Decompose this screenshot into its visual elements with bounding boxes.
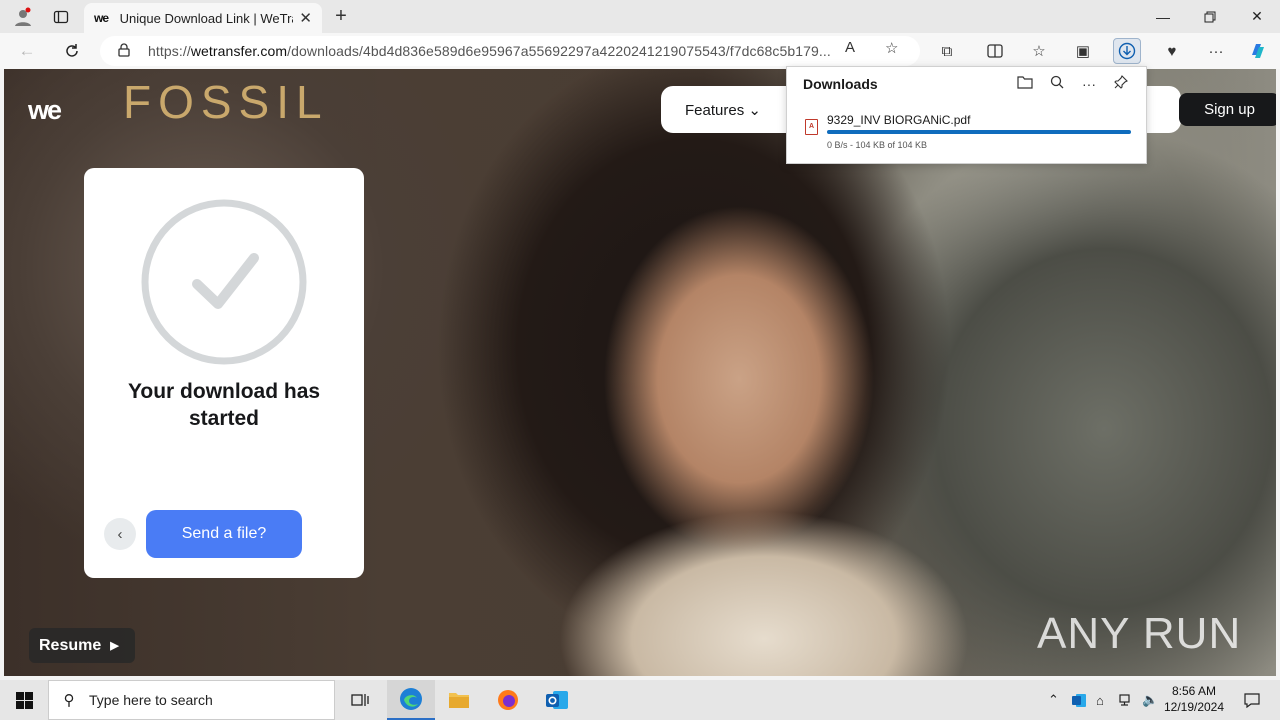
more-options-icon[interactable]: ··· bbox=[1077, 73, 1101, 95]
taskbar-search[interactable]: ⚲ Type here to search bbox=[48, 680, 335, 720]
wetransfer-favicon: we bbox=[94, 11, 109, 25]
profile-icon[interactable] bbox=[4, 0, 42, 33]
tab-actions-icon[interactable] bbox=[42, 0, 80, 33]
firefox-icon[interactable] bbox=[484, 680, 532, 720]
clock-time: 8:56 AM bbox=[1171, 684, 1217, 698]
plus-icon[interactable]: + bbox=[330, 4, 352, 28]
windows-start-icon[interactable] bbox=[0, 680, 48, 720]
tray-chevron-up-icon[interactable]: ⌃ bbox=[1048, 680, 1059, 720]
download-icon[interactable] bbox=[1113, 38, 1141, 64]
back-icon[interactable]: ← bbox=[12, 37, 42, 65]
wetransfer-logo[interactable]: we bbox=[28, 95, 62, 126]
taskbar: ⚲ Type here to search ⌃ ⌂ 🔈 8:56 AM 12/1… bbox=[0, 680, 1280, 720]
system-clock[interactable]: 8:56 AM 12/19/2024 bbox=[1160, 683, 1228, 715]
check-circle-icon bbox=[141, 199, 307, 365]
address-bar[interactable]: https://wetransfer.com/downloads/4bd4d83… bbox=[100, 36, 920, 66]
signup-button[interactable]: Sign up bbox=[1179, 93, 1276, 126]
folder-icon[interactable] bbox=[1013, 73, 1037, 95]
tab-title: Unique Download Link | WeTrans bbox=[119, 10, 294, 26]
nav-features[interactable]: Features ⌄ bbox=[685, 101, 761, 119]
downloads-title: Downloads bbox=[803, 76, 878, 92]
shield-icon[interactable]: ♥ bbox=[1158, 38, 1186, 64]
chevron-down-icon: ⌄ bbox=[748, 102, 761, 119]
lock-icon[interactable] bbox=[100, 42, 148, 60]
resume-button[interactable]: Resume ▶ bbox=[29, 628, 135, 663]
url-text[interactable]: https://wetransfer.com/downloads/4bd4d83… bbox=[148, 43, 833, 59]
download-card: Your download has started ‹ Send a file? bbox=[84, 168, 364, 578]
search-icon: ⚲ bbox=[63, 692, 75, 709]
file-explorer-icon[interactable] bbox=[435, 680, 483, 720]
volume-icon[interactable]: 🔈 bbox=[1142, 680, 1158, 720]
edge-icon[interactable] bbox=[387, 680, 435, 720]
task-view-icon[interactable] bbox=[336, 680, 384, 720]
close-icon[interactable]: ✕ bbox=[299, 9, 312, 27]
split-screen-icon[interactable] bbox=[981, 38, 1009, 64]
window-close-button[interactable]: ✕ bbox=[1234, 0, 1280, 33]
refresh-icon[interactable] bbox=[57, 37, 87, 65]
restore-button[interactable] bbox=[1187, 0, 1233, 33]
chevron-left-icon[interactable]: ‹ bbox=[104, 518, 136, 550]
downloads-panel: Downloads ··· A 9329_INV BIORGANiC.pdf 0… bbox=[786, 66, 1147, 164]
outlook-icon[interactable] bbox=[533, 680, 581, 720]
active-tab[interactable]: we Unique Download Link | WeTrans ✕ bbox=[84, 3, 322, 33]
extensions-icon[interactable]: ⧉ bbox=[933, 38, 961, 64]
collections-icon[interactable]: ▣ bbox=[1069, 38, 1097, 64]
download-status-title: Your download has started bbox=[127, 380, 321, 430]
favorites-icon[interactable]: ☆ bbox=[1025, 38, 1053, 64]
clock-date: 12/19/2024 bbox=[1163, 700, 1225, 714]
network-icon[interactable] bbox=[1119, 680, 1135, 720]
search-icon[interactable] bbox=[1045, 73, 1069, 95]
browser-toolbar: ← https://wetransfer.com/downloads/4bd4d… bbox=[0, 33, 1280, 69]
search-placeholder: Type here to search bbox=[89, 692, 213, 708]
read-aloud-icon[interactable]: A bbox=[845, 39, 855, 56]
ad-brand-logo: FOSSIL bbox=[123, 76, 329, 128]
pdf-file-icon: A bbox=[805, 119, 818, 135]
pin-icon[interactable] bbox=[1109, 73, 1133, 95]
tray-outlook-icon[interactable] bbox=[1071, 680, 1087, 720]
tab-bar: we Unique Download Link | WeTrans ✕ + — … bbox=[0, 0, 1280, 33]
minimize-button[interactable]: — bbox=[1140, 0, 1186, 33]
download-file-name[interactable]: 9329_INV BIORGANiC.pdf bbox=[827, 113, 970, 127]
copilot-icon[interactable] bbox=[1244, 38, 1272, 64]
more-icon[interactable]: ··· bbox=[1202, 38, 1230, 64]
notification-icon[interactable] bbox=[1232, 680, 1272, 720]
download-status: 0 B/s - 104 KB of 104 KB bbox=[827, 140, 928, 150]
download-progress-fill bbox=[827, 130, 1131, 134]
favorite-star-icon[interactable]: ☆ bbox=[885, 39, 898, 57]
download-progress-bar bbox=[827, 130, 1131, 134]
tray-device-icon[interactable]: ⌂ bbox=[1096, 680, 1104, 720]
send-file-button[interactable]: Send a file? bbox=[146, 510, 302, 558]
play-icon: ▶ bbox=[110, 640, 119, 652]
anyrun-watermark: ANY RUN bbox=[1037, 609, 1242, 658]
